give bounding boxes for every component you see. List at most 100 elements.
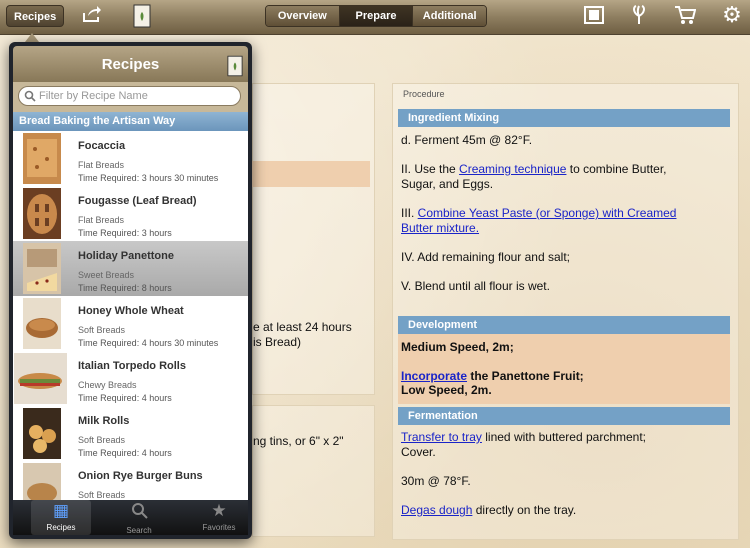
creaming-technique-link[interactable]: Creaming technique	[459, 162, 566, 176]
step-text: Degas dough directly on the tray.	[401, 503, 576, 518]
film-icon[interactable]	[583, 5, 605, 30]
search-input[interactable]: Filter by Recipe Name	[18, 86, 241, 106]
tab-overview[interactable]: Overview	[266, 6, 340, 26]
list-item[interactable]: Milk Rolls Soft Breads Time Required: 4 …	[13, 406, 248, 462]
step-text: lined with buttered parchment;	[481, 430, 647, 444]
cart-icon[interactable]	[674, 5, 697, 30]
step-text: III. Combine Yeast Paste (or Sponge) wit…	[401, 206, 676, 221]
recipe-name: Italian Torpedo Rolls	[78, 360, 186, 372]
group-header: Bread Baking the Artisan Way	[13, 112, 248, 131]
recipe-card-icon[interactable]	[132, 4, 152, 33]
view-segmented-control: Overview Prepare Additional	[265, 5, 487, 27]
recipes-button[interactable]: Recipes	[6, 5, 65, 27]
recipe-time: Time Required: 8 hours	[78, 283, 172, 293]
section-development: Development	[398, 316, 730, 334]
recipe-name: Onion Rye Burger Buns	[78, 470, 203, 482]
step-text: the Panettone Fruit;	[467, 369, 584, 383]
recipe-category: Soft Breads	[78, 435, 126, 445]
procedure-panel	[392, 83, 739, 540]
recipe-time: Time Required: 4 hours	[78, 448, 172, 458]
tab-additional[interactable]: Additional	[413, 6, 486, 26]
recipe-name: Honey Whole Wheat	[78, 305, 184, 317]
honey-whole-wheat-thumbnail	[23, 298, 61, 349]
search-icon	[109, 502, 169, 523]
gear-icon[interactable]: ⚙	[720, 4, 744, 26]
top-toolbar: Recipes Overview Prepare Additional ⚙	[0, 0, 750, 35]
combine-yeast-paste-link[interactable]: Butter mixture.	[401, 221, 479, 236]
recipe-time: Time Required: 4 hours 30 minutes	[78, 338, 219, 348]
star-icon: ★	[211, 501, 227, 520]
recipe-time: Time Required: 3 hours	[78, 228, 172, 238]
panettone-thumbnail	[23, 243, 61, 294]
tab-favorites[interactable]: ★ Favorites	[189, 500, 249, 535]
step-text: to combine Butter,	[566, 162, 667, 176]
focaccia-thumbnail	[23, 133, 61, 184]
degas-dough-link[interactable]: Degas dough	[401, 503, 472, 517]
step-text: directly on the tray.	[472, 503, 577, 517]
step-text: Low Speed, 2m.	[401, 383, 492, 397]
step-text: Incorporate the Panettone Fruit;	[401, 369, 584, 384]
list-item[interactable]: Honey Whole Wheat Soft Breads Time Requi…	[13, 296, 248, 352]
recipe-list[interactable]: Focaccia Flat Breads Time Required: 3 ho…	[13, 131, 248, 500]
tab-label: Search	[126, 526, 152, 535]
book-icon: ▦	[52, 501, 70, 520]
step-text: II. Use the	[401, 162, 460, 176]
step-text: IV. Add remaining flour and salt;	[401, 250, 570, 264]
list-item[interactable]: Focaccia Flat Breads Time Required: 3 ho…	[13, 131, 248, 187]
step-text: V. Blend until all flour is wet.	[401, 279, 550, 293]
list-item[interactable]: Onion Rye Burger Buns Soft Breads	[13, 461, 248, 500]
recipe-category: Chewy Breads	[78, 380, 137, 390]
step-text: 30m @ 78°F.	[401, 474, 471, 488]
peek-text: is Bread)	[253, 335, 302, 349]
highlight-bar	[252, 161, 370, 187]
search-bar: Filter by Recipe Name	[13, 82, 248, 112]
combine-yeast-paste-link[interactable]: Combine Yeast Paste (or Sponge) with Cre…	[418, 206, 677, 220]
tab-recipes[interactable]: ▦ Recipes	[31, 500, 91, 535]
milk-rolls-thumbnail	[23, 408, 61, 459]
list-item[interactable]: Fougasse (Leaf Bread) Flat Breads Time R…	[13, 186, 248, 242]
popover-tab-bar: ▦ Recipes Search ★ Favorites	[13, 500, 248, 535]
step-text: Transfer to tray lined with buttered par…	[401, 430, 646, 445]
list-item[interactable]: Holiday Panettone Sweet Breads Time Requ…	[13, 241, 248, 297]
tab-label: Favorites	[202, 523, 236, 532]
fougasse-thumbnail	[23, 188, 61, 239]
lower-panel	[252, 405, 375, 537]
recipe-category: Flat Breads	[78, 160, 125, 170]
peek-text: ng tins, or 6" x 2"	[253, 434, 344, 448]
section-fermentation: Fermentation	[398, 407, 730, 425]
recipe-name: Holiday Panettone	[78, 250, 174, 262]
whisk-icon[interactable]	[628, 5, 650, 30]
popover-title: Recipes	[101, 56, 160, 73]
recipe-category: Flat Breads	[78, 215, 125, 225]
popover-arrow	[25, 33, 39, 42]
section-ingredient-mixing: Ingredient Mixing	[398, 109, 730, 127]
recipe-category: Soft Breads	[78, 325, 126, 335]
recipe-category: Sweet Breads	[78, 270, 135, 280]
burger-buns-thumbnail	[23, 463, 61, 500]
step-text: Medium Speed, 2m;	[401, 340, 514, 354]
recipe-card-icon[interactable]	[227, 55, 243, 82]
recipe-name: Fougasse (Leaf Bread)	[78, 195, 197, 207]
step-text: III.	[401, 206, 418, 220]
tab-search[interactable]: Search	[109, 500, 169, 535]
torpedo-rolls-thumbnail	[14, 353, 67, 404]
peek-text: e at least 24 hours	[253, 320, 352, 334]
step-text: Sugar, and Eggs.	[401, 177, 494, 191]
incorporate-link[interactable]: Incorporate	[401, 369, 467, 383]
step-text: Cover.	[401, 445, 436, 459]
step-text: d. Ferment 45m @ 82°F.	[401, 133, 533, 147]
search-placeholder: Filter by Recipe Name	[39, 90, 148, 102]
tab-prepare[interactable]: Prepare	[339, 6, 414, 26]
transfer-to-tray-link[interactable]: Transfer to tray	[401, 430, 482, 444]
share-icon[interactable]	[80, 5, 104, 28]
recipe-time: Time Required: 3 hours 30 minutes	[78, 173, 219, 183]
recipe-name: Milk Rolls	[78, 415, 130, 427]
recipe-name: Focaccia	[78, 140, 126, 152]
recipe-time: Time Required: 4 hours	[78, 393, 172, 403]
recipes-popover: Recipes Filter by Recipe Name Bread Baki…	[9, 42, 252, 539]
step-text: II. Use the Creaming technique to combin…	[401, 162, 667, 177]
tab-label: Recipes	[46, 523, 76, 532]
list-item[interactable]: Italian Torpedo Rolls Chewy Breads Time …	[13, 351, 248, 407]
search-icon	[24, 89, 36, 107]
recipe-category: Soft Breads	[78, 490, 126, 500]
